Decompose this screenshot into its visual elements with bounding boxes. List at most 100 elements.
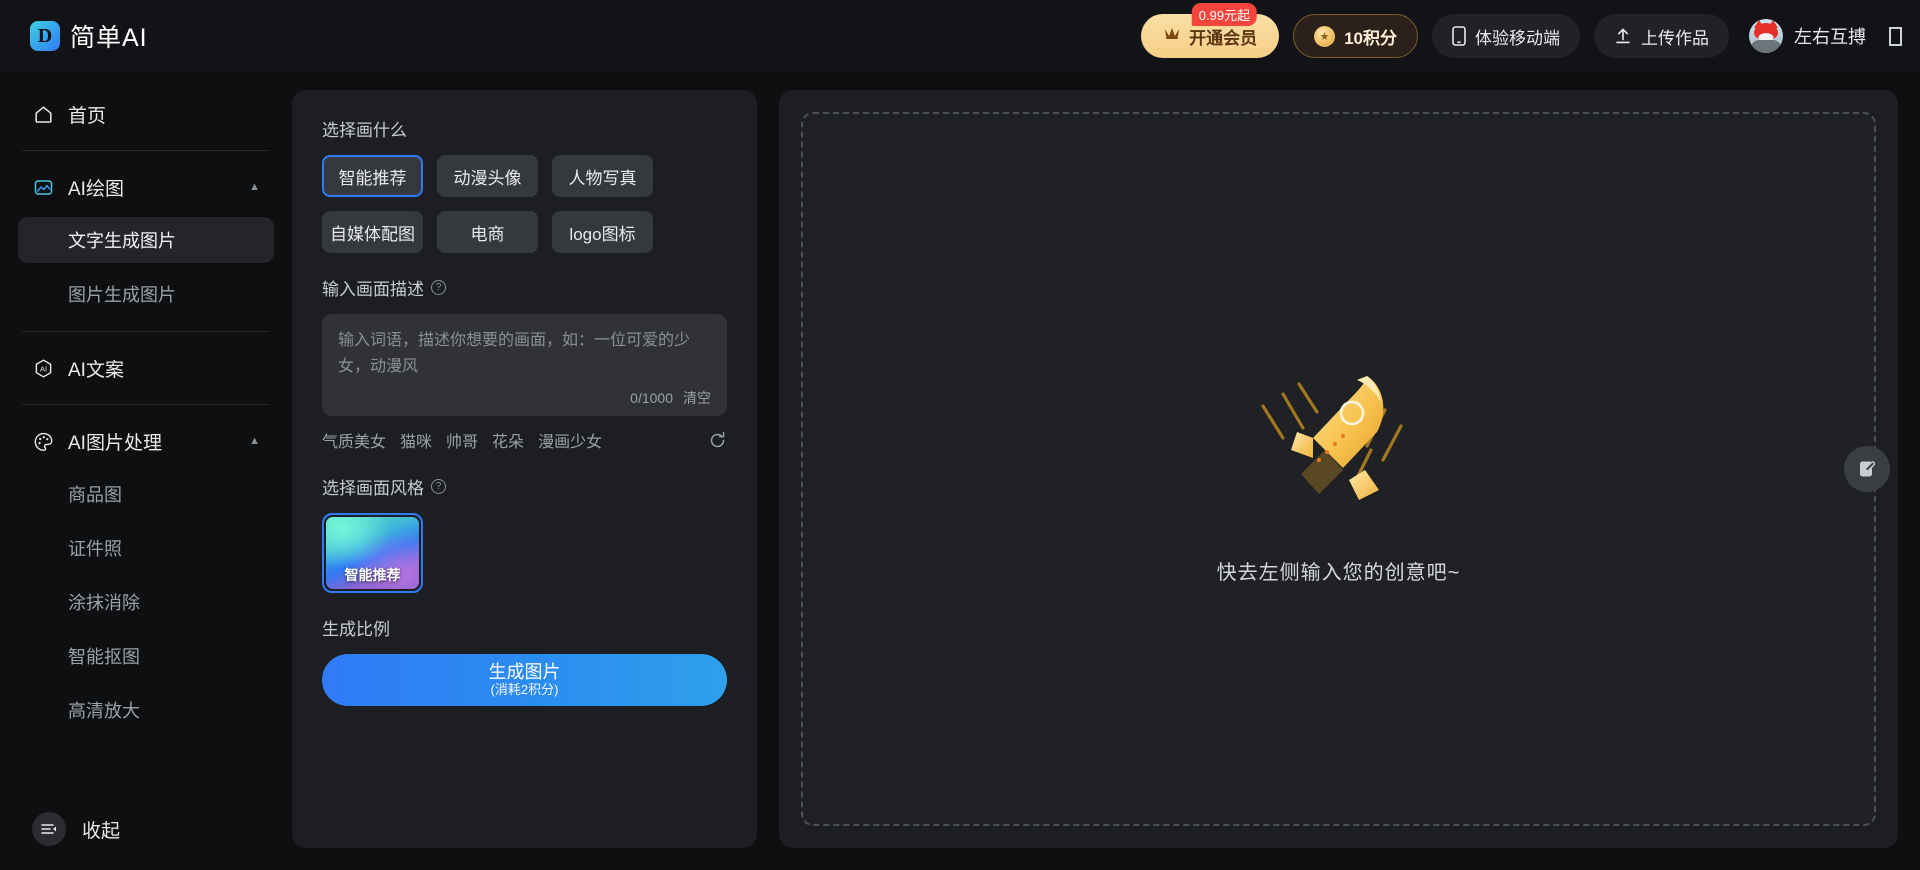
sidebar-item-ai-copywriting[interactable]: AI AI文案 [18, 342, 274, 394]
subject-chip-portrait[interactable]: 人物写真 [552, 155, 653, 197]
open-vip-button[interactable]: 0.99元起 开通会员 [1141, 3, 1280, 58]
subject-chip-logo[interactable]: logo图标 [552, 211, 653, 253]
generate-image-button[interactable]: 生成图片 (消耗2积分) [322, 654, 727, 706]
subject-section-label: 选择画什么 [322, 116, 727, 141]
upload-icon [1614, 27, 1632, 45]
refresh-icon[interactable] [708, 431, 727, 450]
subject-chip-anime-avatar-label: 动漫头像 [453, 168, 522, 188]
sidebar-collapse-button[interactable]: 收起 [32, 812, 120, 846]
chevron-up-icon-2[interactable]: ▲ [249, 435, 260, 447]
generation-config-panel: 选择画什么 智能推荐 动漫头像 人物写真 自媒体配图 电商 logo图标 输入画… [292, 90, 757, 848]
sidebar-divider-3 [22, 404, 270, 405]
palette-icon [32, 430, 54, 452]
suggestion-tag-3[interactable]: 帅哥 [446, 428, 478, 452]
sidebar-item-home[interactable]: 首页 [18, 88, 274, 140]
subject-chip-ecommerce-label: 电商 [470, 224, 505, 244]
upload-work-label: 上传作品 [1641, 28, 1709, 48]
phone-icon [1452, 26, 1466, 46]
sidebar-item-hd-upscale-label: 高清放大 [68, 701, 140, 721]
subject-chip-portrait-label: 人物写真 [568, 168, 637, 188]
sidebar-item-hd-upscale[interactable]: 高清放大 [18, 687, 274, 733]
suggestion-tag-1[interactable]: 气质美女 [322, 428, 386, 452]
sidebar-item-id-photo[interactable]: 证件照 [18, 525, 274, 571]
app-header: D 简单AI 0.99元起 开通会员 ★ 10积分 体验移动端 上传作品 左右互… [0, 0, 1920, 72]
subject-chip-social-media-label: 自媒体配图 [330, 224, 415, 244]
sidebar-group-ai-draw[interactable]: AI绘图 ▲ [18, 161, 274, 213]
sidebar-item-text-to-image-label: 文字生成图片 [68, 231, 176, 251]
prompt-clear-button[interactable]: 清空 [683, 388, 711, 408]
subject-chip-smart[interactable]: 智能推荐 [322, 155, 423, 197]
subject-chip-logo-label: logo图标 [569, 224, 636, 244]
coin-icon: ★ [1314, 25, 1336, 47]
svg-text:AI: AI [39, 364, 46, 373]
sidebar-collapse-label: 收起 [82, 820, 121, 842]
help-icon-style[interactable]: ? [431, 479, 446, 494]
chevron-up-icon[interactable]: ▲ [249, 181, 260, 193]
sidebar-item-object-removal-label: 涂抹消除 [68, 593, 140, 613]
suggestion-tag-2[interactable]: 猫咪 [400, 428, 432, 452]
sidebar-item-id-photo-label: 证件照 [68, 539, 122, 559]
image-icon [32, 176, 54, 198]
sidebar-group-ai-image-tools-label: AI图片处理 [68, 432, 162, 454]
username-label: 左右互搏 [1794, 27, 1866, 47]
result-empty-text: 快去左侧输入您的创意吧~ [1216, 561, 1461, 584]
style-card-smart-label: 智能推荐 [344, 567, 401, 583]
prompt-section-title: 输入画面描述 [322, 280, 424, 299]
suggestion-tag-4[interactable]: 花朵 [492, 428, 524, 452]
avatar-body [1751, 40, 1781, 53]
main-area: 选择画什么 智能推荐 动漫头像 人物写真 自媒体配图 电商 logo图标 输入画… [292, 72, 1920, 870]
app-body: 首页 AI绘图 ▲ 文字生成图片 图片生成图片 AI AI文案 AI图片处理 ▲… [0, 72, 1920, 870]
sidebar-item-home-label: 首页 [68, 105, 107, 127]
points-button[interactable]: ★ 10积分 [1293, 14, 1418, 58]
style-section-label: 选择画面风格 ? [322, 474, 727, 499]
subject-chip-anime-avatar[interactable]: 动漫头像 [437, 155, 538, 197]
crown-icon [1163, 26, 1181, 47]
ratio-section-title: 生成比例 [322, 620, 390, 639]
sidebar-item-object-removal[interactable]: 涂抹消除 [18, 579, 274, 625]
points-label: 10积分 [1344, 28, 1397, 48]
logo-icon: D [30, 21, 60, 51]
prompt-input[interactable]: 输入词语，描述你想要的画面，如：一位可爱的少女，动漫风 0/1000 清空 [322, 314, 727, 416]
style-card-smart[interactable]: 智能推荐 [322, 513, 423, 593]
subject-chip-social-media[interactable]: 自媒体配图 [322, 211, 423, 253]
generate-image-label: 生成图片 [488, 662, 561, 683]
home-icon [32, 103, 54, 125]
style-section-title: 选择画面风格 [322, 479, 424, 498]
subject-chip-ecommerce[interactable]: 电商 [437, 211, 538, 253]
vip-price-badge: 0.99元起 [1191, 3, 1258, 26]
mobile-experience-label: 体验移动端 [1475, 28, 1560, 48]
subject-section-title: 选择画什么 [322, 121, 407, 140]
suggestion-tag-5[interactable]: 漫画少女 [538, 428, 602, 452]
missing-glyph-icon[interactable] [1889, 26, 1902, 46]
sidebar-item-product-image[interactable]: 商品图 [18, 471, 274, 517]
rocket-illustration [1239, 354, 1439, 524]
user-menu[interactable]: 左右互搏 [1743, 19, 1902, 53]
generate-image-cost: (消耗2积分) [490, 681, 559, 697]
prompt-counter: 0/1000 [630, 390, 673, 406]
brand-name: 简单AI [70, 24, 148, 52]
subject-chip-grid: 智能推荐 动漫头像 人物写真 自媒体配图 电商 logo图标 [322, 155, 727, 253]
prompt-placeholder-text: 输入词语，描述你想要的画面，如：一位可爱的少女，动漫风 [338, 332, 691, 375]
sidebar-item-smart-cutout[interactable]: 智能抠图 [18, 633, 274, 679]
brand[interactable]: D 简单AI [30, 18, 148, 54]
result-empty-area[interactable]: 快去左侧输入您的创意吧~ [801, 112, 1876, 826]
avatar [1749, 19, 1783, 53]
sidebar: 首页 AI绘图 ▲ 文字生成图片 图片生成图片 AI AI文案 AI图片处理 ▲… [0, 72, 292, 870]
sidebar-divider-2 [22, 331, 270, 332]
ai-hex-icon: AI [32, 357, 54, 379]
result-panel: 快去左侧输入您的创意吧~ [779, 90, 1898, 848]
sidebar-group-ai-image-tools[interactable]: AI图片处理 ▲ [18, 415, 274, 467]
sidebar-item-image-to-image-label: 图片生成图片 [68, 285, 176, 305]
mobile-experience-button[interactable]: 体验移动端 [1432, 14, 1580, 58]
app-root: D 简单AI 0.99元起 开通会员 ★ 10积分 体验移动端 上传作品 左右互… [0, 0, 1920, 870]
sidebar-item-smart-cutout-label: 智能抠图 [68, 647, 140, 667]
sidebar-item-ai-copywriting-label: AI文案 [68, 359, 124, 381]
help-icon-prompt[interactable]: ? [431, 280, 446, 295]
upload-work-button[interactable]: 上传作品 [1594, 14, 1729, 58]
sidebar-item-image-to-image[interactable]: 图片生成图片 [18, 271, 274, 317]
edit-document-icon[interactable] [1844, 446, 1890, 492]
collapse-icon [32, 812, 66, 846]
header-actions: 0.99元起 开通会员 ★ 10积分 体验移动端 上传作品 左右互搏 [1141, 3, 1902, 58]
sidebar-item-text-to-image[interactable]: 文字生成图片 [18, 217, 274, 263]
prompt-section-label: 输入画面描述 ? [322, 275, 727, 300]
